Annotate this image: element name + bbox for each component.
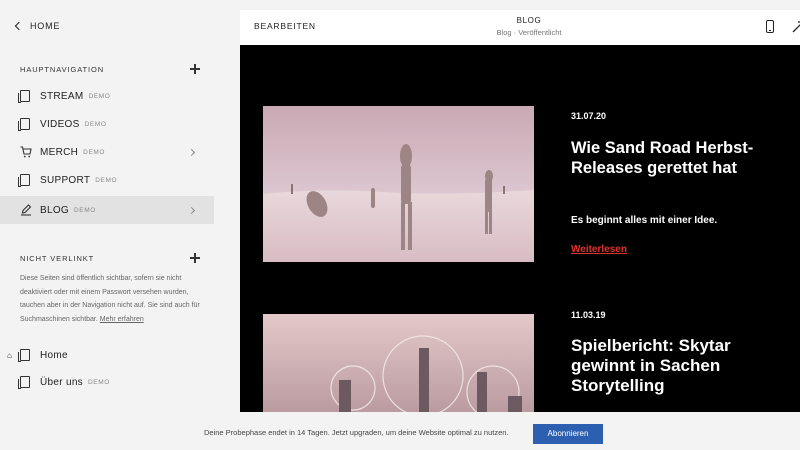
sidebar-item-stream[interactable]: STREAM DEMO [0,82,214,110]
unlinked-header: NICHT VERLINKT [20,253,200,263]
post-image[interactable] [263,314,534,412]
page-icon [18,118,30,131]
post-title[interactable]: Spielbericht: Skytar gewinnt in Sachen S… [571,336,771,396]
preview-toolbar: BEARBEITEN BLOG Blog · Veröffentlicht [240,10,800,45]
homepage-icon: ⌂ [7,350,12,360]
post-title[interactable]: Wie Sand Road Herbst-Releases gerettet h… [571,138,771,178]
cart-icon [20,146,32,158]
demo-badge: DEMO [87,378,110,386]
domed-towers-image [263,314,534,412]
add-page-icon[interactable] [190,64,200,74]
page-title: BLOG [516,16,542,25]
sidebar-item-label: SUPPORT [40,174,91,186]
trial-banner: Deine Probephase endet in 14 Tagen. Jetz… [0,412,800,450]
learn-more-link[interactable]: Mehr erfahren [100,316,144,323]
demo-badge: DEMO [88,92,111,100]
page-icon [18,174,30,187]
sidebar-item-label: BLOG [40,204,69,216]
add-unlinked-page-icon[interactable] [190,253,200,263]
demo-badge: DEMO [95,176,118,184]
back-to-home-link[interactable]: HOME [14,21,61,31]
main-nav-header: HAUPTNAVIGATION [20,64,200,74]
post-excerpt: Es beginnt alles mit einer Idee. [571,215,718,226]
blog-edit-icon [21,204,32,216]
sidebar-item-ueber-uns[interactable]: Über uns DEMO [0,368,214,396]
sidebar-item-merch[interactable]: MERCH DEMO [0,138,214,166]
read-more-link[interactable]: Weiterlesen [571,244,627,255]
sidebar-item-label: MERCH [40,146,79,158]
sidebar-item-home[interactable]: ⌂ Home [0,341,214,369]
chevron-right-icon [187,206,196,214]
demo-badge: DEMO [84,120,107,128]
sidebar-item-label: VIDEOS [40,118,80,130]
chevron-left-icon [14,21,24,31]
post-image[interactable] [263,106,534,262]
trial-text: Deine Probephase endet in 14 Tagen. Jetz… [204,428,509,437]
sidebar: HOME HAUPTNAVIGATION STREAM DEMO VIDEOS … [0,0,214,412]
sidebar-item-blog[interactable]: BLOG DEMO [0,196,214,224]
chevron-right-icon [187,148,196,156]
sidebar-item-videos[interactable]: VIDEOS DEMO [0,110,214,138]
demo-badge: DEMO [74,206,96,214]
demo-badge: DEMO [83,148,106,156]
unlinked-description: Diese Seiten sind öffentlich sichtbar, s… [20,275,200,323]
expand-icon[interactable] [792,21,800,33]
desert-figures-image [263,106,534,262]
subscribe-button[interactable]: Abonnieren [533,424,603,444]
back-label: HOME [30,21,61,31]
sidebar-item-label: STREAM [40,90,84,102]
sidebar-item-label: Home [40,349,68,361]
post-date: 11.03.19 [571,310,606,320]
site-preview: BEARBEITEN BLOG Blog · Veröffentlicht 31… [240,10,800,412]
page-icon [18,349,30,362]
unlinked-title: NICHT VERLINKT [20,253,95,263]
main-nav-title: HAUPTNAVIGATION [20,64,105,74]
mobile-preview-icon[interactable] [766,20,774,33]
page-icon [18,376,30,389]
page-icon [18,90,30,103]
sidebar-item-support[interactable]: SUPPORT DEMO [0,166,214,194]
sidebar-item-label: Über uns [40,376,83,388]
post-date: 31.07.20 [571,111,607,121]
page-status: Blog · Veröffentlicht [496,28,562,37]
